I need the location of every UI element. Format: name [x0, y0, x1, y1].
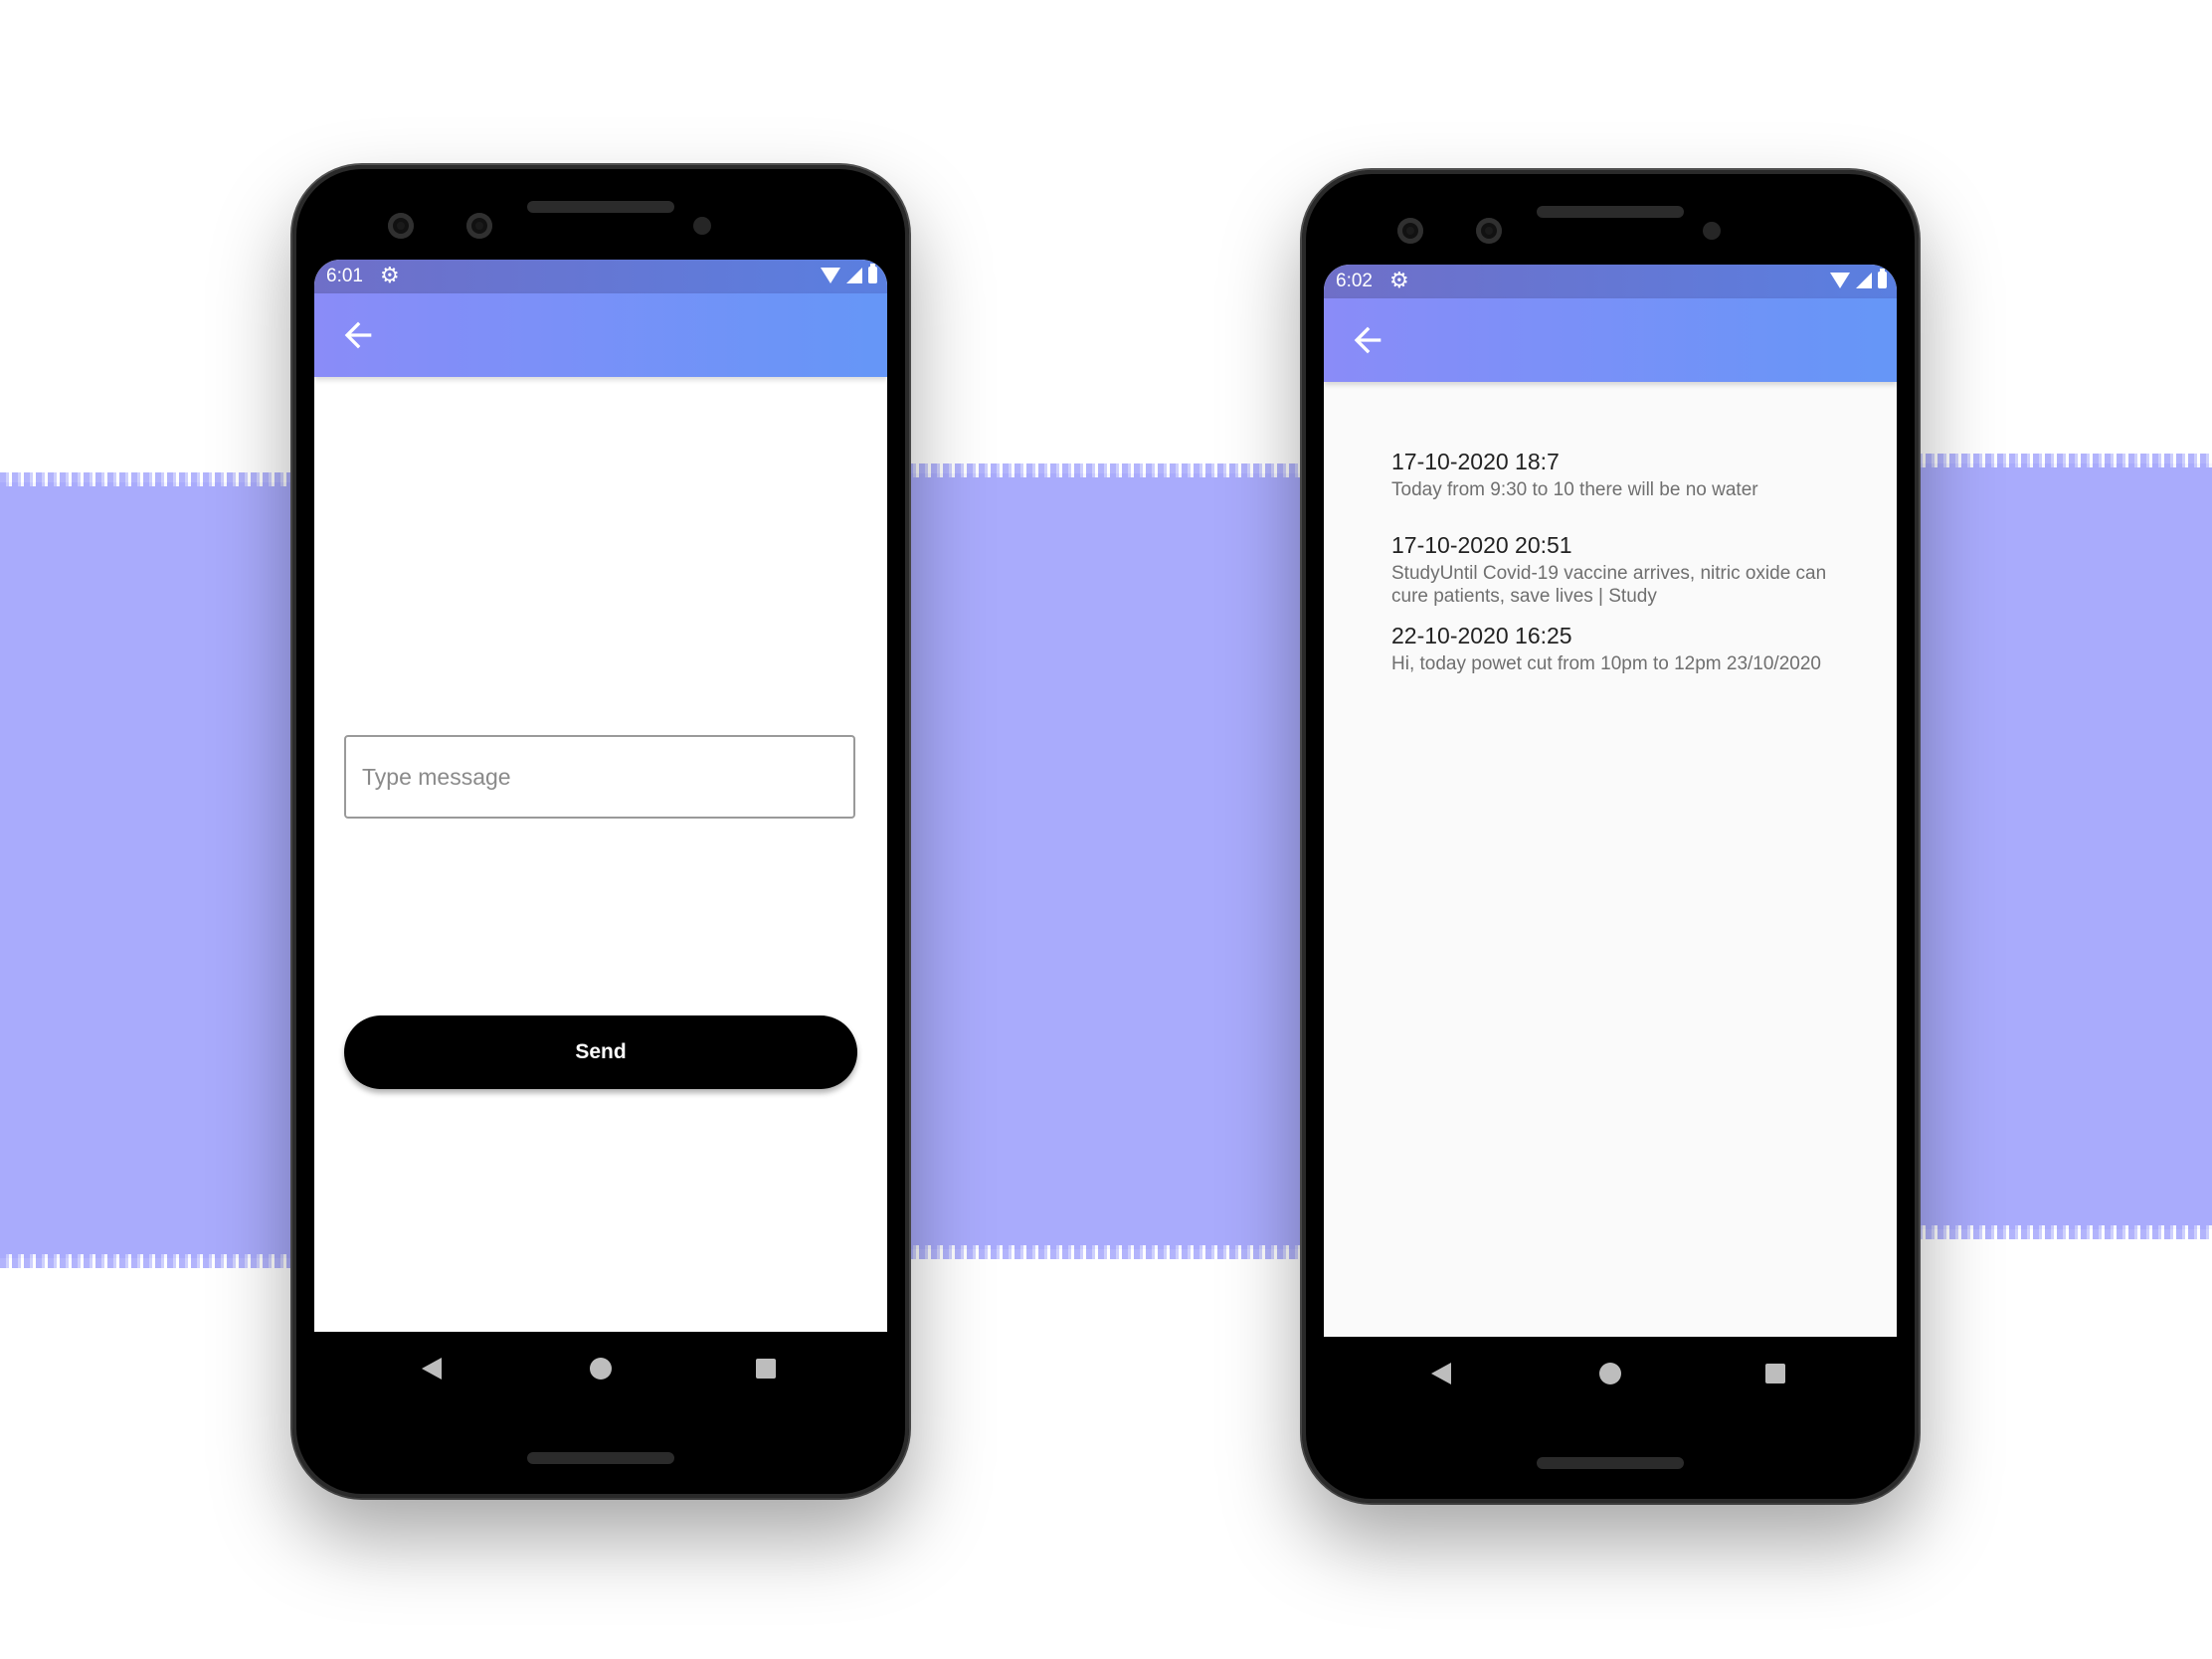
notice-text: Today from 9:30 to 10 there will be no w…	[1391, 479, 1758, 500]
phone-compose: 6:01 ⚙ Send	[292, 165, 909, 1498]
list-item[interactable]: 22-10-2020 16:25 Hi, today powet cut fro…	[1391, 622, 1859, 675]
nav-home-icon[interactable]	[590, 1358, 612, 1380]
app-bar	[314, 293, 887, 377]
earpiece-speaker	[1537, 206, 1684, 218]
back-arrow-icon[interactable]	[338, 315, 378, 355]
notice-text: StudyUntil Covid-19 vaccine arrives, nit…	[1391, 563, 1827, 607]
showcase-canvas: 6:01 ⚙ Send	[0, 0, 2212, 1659]
message-input[interactable]	[344, 735, 855, 819]
front-camera-icon	[466, 213, 492, 239]
status-bar: 6:01 ⚙	[314, 260, 887, 293]
notice-list: 17-10-2020 18:7 Today from 9:30 to 10 th…	[1391, 448, 1859, 705]
bottom-speaker	[527, 1452, 674, 1464]
background-stripe-left	[0, 472, 318, 1268]
nav-back-icon[interactable]	[422, 1358, 442, 1380]
notice-date: 17-10-2020 18:7	[1391, 449, 1560, 474]
front-camera-icon	[1476, 218, 1502, 244]
list-item[interactable]: 17-10-2020 18:7 Today from 9:30 to 10 th…	[1391, 448, 1859, 501]
front-camera-icon	[388, 213, 414, 239]
phone-notices: 6:02 ⚙ 17-10-2020 18:7 Today from 9:30 t…	[1302, 170, 1919, 1503]
battery-icon	[1878, 269, 1887, 288]
proximity-sensor	[693, 217, 711, 235]
app-bar	[1324, 298, 1897, 382]
status-bar: 6:02 ⚙	[1324, 265, 1897, 298]
signal-icon	[846, 267, 862, 283]
background-stripe-right	[1890, 454, 2212, 1239]
status-time: 6:01	[326, 266, 363, 286]
status-icons	[821, 264, 877, 283]
navigation-bar	[1324, 1337, 1897, 1410]
wifi-icon	[821, 267, 840, 283]
signal-icon	[1856, 272, 1872, 288]
nav-home-icon[interactable]	[1599, 1363, 1621, 1384]
gear-icon: ⚙	[1389, 268, 1409, 292]
nav-recents-icon[interactable]	[756, 1359, 776, 1379]
notice-text: Hi, today powet cut from 10pm to 12pm 23…	[1391, 653, 1821, 674]
back-arrow-icon[interactable]	[1348, 320, 1387, 360]
compose-screen: 6:01 ⚙ Send	[314, 260, 887, 1332]
wifi-icon	[1830, 272, 1850, 288]
notice-date: 22-10-2020 16:25	[1391, 623, 1572, 648]
proximity-sensor	[1703, 222, 1721, 240]
gear-icon: ⚙	[380, 263, 400, 287]
navigation-bar	[314, 1332, 887, 1405]
front-camera-icon	[1397, 218, 1423, 244]
background-stripe-middle	[895, 463, 1333, 1259]
list-item[interactable]: 17-10-2020 20:51 StudyUntil Covid-19 vac…	[1391, 531, 1859, 608]
notice-date: 17-10-2020 20:51	[1391, 532, 1572, 558]
earpiece-speaker	[527, 201, 674, 213]
nav-back-icon[interactable]	[1431, 1363, 1451, 1384]
status-time: 6:02	[1336, 271, 1373, 291]
battery-icon	[868, 264, 877, 283]
send-button[interactable]: Send	[344, 1015, 857, 1089]
bottom-speaker	[1537, 1457, 1684, 1469]
nav-recents-icon[interactable]	[1765, 1364, 1785, 1383]
notices-screen: 6:02 ⚙ 17-10-2020 18:7 Today from 9:30 t…	[1324, 265, 1897, 1337]
status-icons	[1830, 269, 1887, 288]
